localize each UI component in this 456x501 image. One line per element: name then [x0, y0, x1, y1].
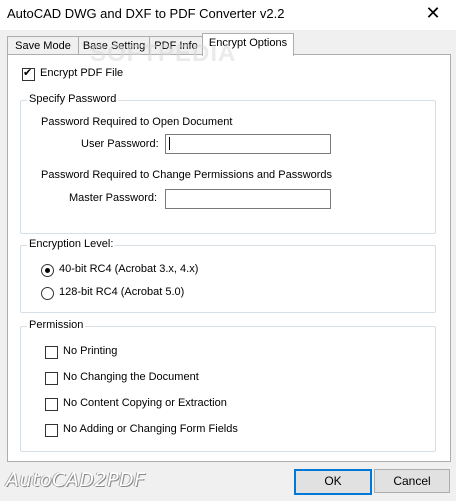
tab-encrypt-options[interactable]: Encrypt Options [202, 33, 294, 56]
open-password-heading: Password Required to Open Document [41, 116, 233, 128]
master-password-label: Master Password: [69, 192, 158, 204]
no-form-fields-checkbox[interactable] [45, 424, 58, 437]
user-password-input[interactable] [165, 134, 331, 154]
close-icon[interactable]: ✕ [410, 0, 456, 30]
encryption-level-title: Encryption Level: [27, 238, 116, 250]
window-title: AutoCAD DWG and DXF to PDF Converter v2.… [7, 6, 285, 21]
tab-pdf-info[interactable]: PDF Info [149, 36, 203, 55]
radio-40bit[interactable] [41, 264, 54, 277]
autocad2pdf-logo: AutoCAD2PDF [6, 469, 146, 491]
encrypt-options-panel: Encrypt PDF File Specify Password Passwo… [7, 54, 451, 462]
text-caret [169, 137, 170, 150]
no-changing-checkbox[interactable] [45, 372, 58, 385]
no-copying-checkbox[interactable] [45, 398, 58, 411]
tab-save-mode[interactable]: Save Mode [7, 36, 79, 55]
radio-128bit[interactable] [41, 287, 54, 300]
no-printing-label: No Printing [63, 345, 118, 357]
no-copying-label: No Content Copying or Extraction [63, 397, 227, 409]
specify-password-title: Specify Password [27, 93, 119, 105]
specify-password-group: Specify Password Password Required to Op… [20, 93, 436, 234]
permission-group: Permission No Printing No Changing the D… [20, 319, 436, 452]
user-password-label: User Password: [81, 138, 159, 150]
encrypt-pdf-checkbox[interactable] [22, 66, 35, 81]
radio-128bit-label: 128-bit RC4 (Acrobat 5.0) [59, 286, 185, 298]
radio-40bit-label: 40-bit RC4 (Acrobat 3.x, 4.x) [59, 263, 199, 275]
no-form-fields-label: No Adding or Changing Form Fields [63, 423, 238, 435]
tab-base-setting[interactable]: Base Setting [78, 36, 150, 55]
ok-button[interactable]: OK [294, 469, 372, 495]
cancel-button[interactable]: Cancel [374, 469, 450, 493]
title-bar: AutoCAD DWG and DXF to PDF Converter v2.… [0, 0, 456, 30]
permission-title: Permission [27, 319, 86, 331]
encrypt-pdf-label: Encrypt PDF File [40, 67, 124, 79]
master-password-input[interactable] [165, 189, 331, 209]
no-printing-checkbox[interactable] [45, 346, 58, 359]
encryption-level-group: Encryption Level: 40-bit RC4 (Acrobat 3.… [20, 238, 436, 313]
no-changing-label: No Changing the Document [63, 371, 199, 383]
change-password-heading: Password Required to Change Permissions … [41, 169, 333, 181]
